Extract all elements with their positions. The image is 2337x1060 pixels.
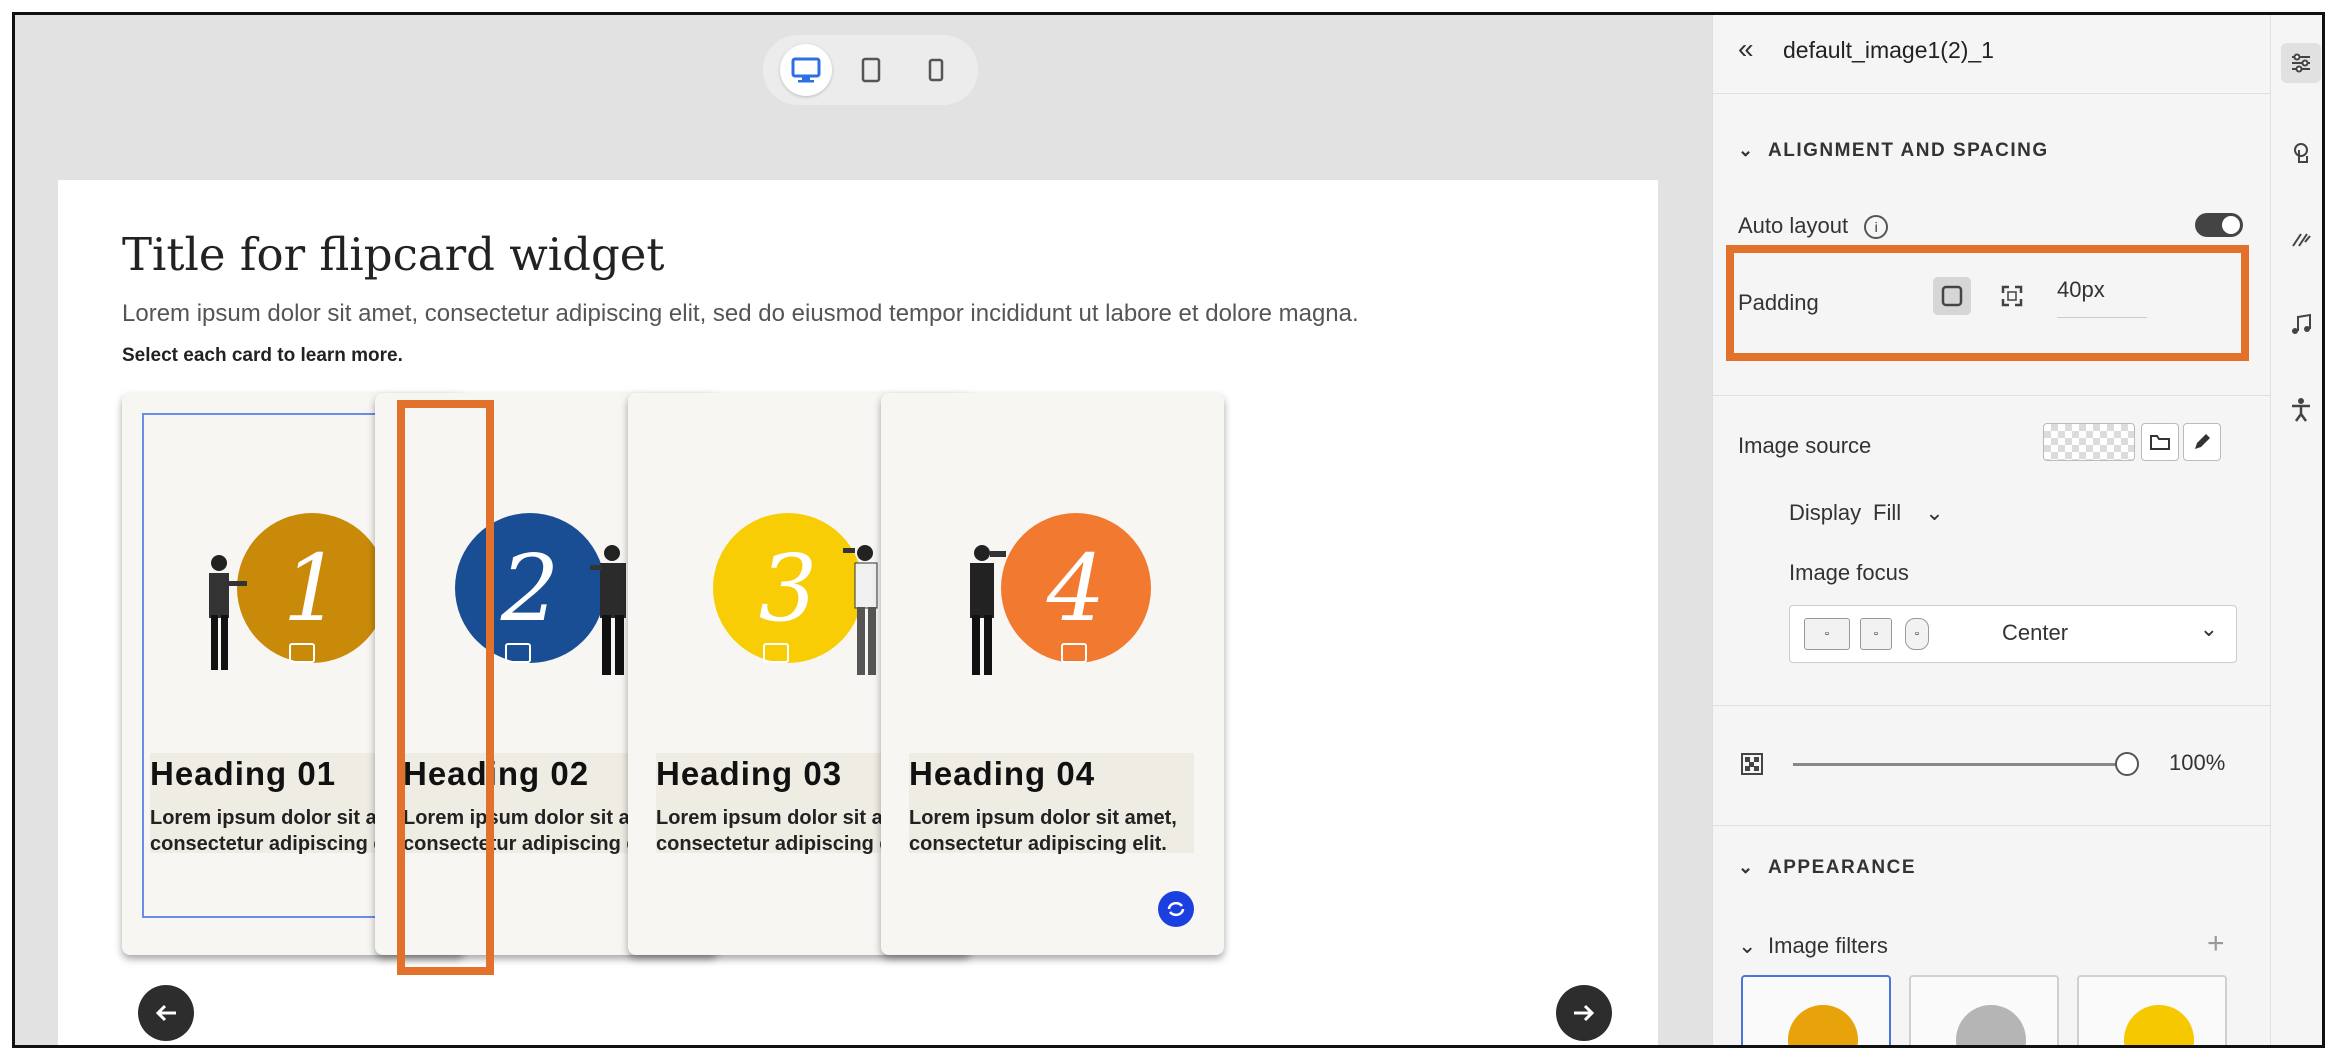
flipcard-4[interactable]: 4 Heading 04 Lorem ipsum dolor sit amet,…	[881, 393, 1224, 955]
properties-panel: « default_image1(2)_1 ⌄ ALIGNMENT AND SPA…	[1712, 15, 2271, 1045]
filter-thumb-original[interactable]	[1741, 975, 1891, 1045]
mobile-icon	[928, 58, 943, 82]
image-placeholder-icon	[505, 643, 531, 663]
focus-left-icon: ▫	[1804, 618, 1850, 650]
alignment-section-header[interactable]: ⌄ ALIGNMENT AND SPACING	[1738, 140, 2049, 162]
side-tool-rail	[2270, 15, 2322, 1045]
section-title: APPEARANCE	[1768, 857, 1917, 878]
card-heading: Heading 04	[909, 755, 1096, 792]
arrow-left-icon	[155, 1004, 176, 1022]
tablet-view-button[interactable]	[845, 44, 897, 96]
browse-image-button[interactable]	[2141, 423, 2179, 461]
panel-title: default_image1(2)_1	[1783, 37, 1994, 63]
info-icon: i	[1864, 215, 1889, 240]
page-title: Title for flipcard widget	[122, 228, 665, 281]
image-filters-label: Image filters	[1768, 933, 1888, 958]
number-circle: 3	[713, 513, 863, 663]
appearance-section-header[interactable]: ⌄ APPEARANCE	[1738, 857, 1916, 879]
focus-portrait-icon: ▫	[1905, 618, 1929, 650]
desktop-icon	[791, 57, 820, 83]
touch-icon	[2294, 143, 2308, 163]
collapse-panel-button[interactable]: «	[1738, 33, 1754, 65]
chevron-down-icon: ⌄	[1925, 500, 1944, 525]
desktop-view-button[interactable]	[779, 44, 832, 96]
sliders-icon	[2292, 53, 2310, 73]
section-title: ALIGNMENT AND SPACING	[1768, 140, 2049, 161]
number-circle: 4	[1001, 513, 1151, 663]
flipcard-page: Title for flipcard widget Lorem ipsum do…	[58, 180, 1658, 1045]
card-text-block: Heading 04 Lorem ipsum dolor sit amet, c…	[909, 753, 1194, 855]
chevron-down-icon: ⌄	[1738, 857, 1755, 877]
opacity-slider-track[interactable]	[1793, 763, 2123, 766]
card-body: Lorem ipsum dolor sit amet, consectetur …	[909, 807, 1177, 855]
flip-button[interactable]	[1158, 891, 1194, 927]
focus-center-icon: ▫	[1860, 618, 1892, 650]
card-heading: Heading 03	[656, 755, 843, 792]
mobile-view-button[interactable]	[910, 44, 962, 96]
padding-panel-callout-box	[1726, 245, 2249, 361]
device-toggle	[763, 35, 978, 105]
image-source-label: Image source	[1738, 433, 1872, 458]
image-focus-value: Center	[2002, 620, 2069, 645]
thumb-preview	[1956, 1005, 2026, 1045]
padding-callout-box	[397, 400, 494, 975]
display-value: Fill	[1873, 500, 1902, 525]
auto-layout-text: Auto layout	[1738, 213, 1849, 238]
image-focus-dropdown[interactable]: ▫ ▫ ▫ Center ⌄	[1789, 605, 2237, 663]
opacity-icon	[1741, 753, 1763, 775]
next-button[interactable]	[1556, 985, 1612, 1041]
chevron-down-icon: ⌄	[2199, 616, 2218, 641]
arrow-right-icon	[1574, 1004, 1595, 1022]
page-description: Lorem ipsum dolor sit amet, consectetur …	[122, 300, 1359, 327]
folder-icon	[2150, 435, 2170, 450]
accessibility-tab[interactable]	[2281, 390, 2321, 430]
filter-thumb-grayscale[interactable]	[1909, 975, 2059, 1045]
person-illustration-icon	[970, 545, 1006, 675]
card-illustration: 4	[956, 513, 1156, 683]
display-label: Display	[1789, 500, 1862, 525]
audio-tab[interactable]	[2281, 305, 2321, 345]
opacity-value[interactable]: 100%	[2169, 750, 2225, 776]
card-illustration: 3	[703, 513, 903, 683]
thumb-preview	[1788, 1005, 1858, 1045]
opacity-slider-handle[interactable]	[2115, 752, 2139, 776]
image-placeholder-icon	[1061, 643, 1087, 663]
display-dropdown[interactable]: Fill ⌄	[1873, 500, 1944, 526]
chevron-down-icon: ⌄	[1738, 933, 1757, 958]
filter-thumb-warm[interactable]	[2077, 975, 2227, 1045]
accessibility-icon	[2292, 398, 2310, 422]
app-window: Title for flipcard widget Lorem ipsum do…	[12, 12, 2325, 1048]
pencil-icon	[2195, 434, 2210, 449]
section-divider	[1713, 825, 2271, 826]
page-instruction: Select each card to learn more.	[122, 345, 403, 366]
previous-button[interactable]	[138, 985, 194, 1041]
tablet-icon	[861, 57, 880, 83]
image-placeholder-icon	[763, 643, 789, 663]
edit-image-button[interactable]	[2183, 423, 2221, 461]
image-source-swatch[interactable]	[2043, 423, 2135, 461]
panel-header: « default_image1(2)_1	[1713, 15, 2271, 94]
music-icon	[2292, 313, 2311, 334]
animation-tab[interactable]	[2281, 220, 2321, 260]
properties-tab[interactable]	[2281, 43, 2321, 83]
editor-canvas: Title for flipcard widget Lorem ipsum do…	[15, 15, 1712, 1045]
animation-icon	[2292, 233, 2311, 247]
chevron-down-icon: ⌄	[1738, 140, 1755, 160]
section-divider	[1713, 395, 2271, 396]
thumb-preview	[2124, 1005, 2194, 1045]
flip-icon	[1167, 901, 1185, 917]
section-divider	[1713, 705, 2271, 706]
image-filters-header[interactable]: ⌄ Image filters	[1738, 933, 1888, 959]
add-filter-button[interactable]: +	[2207, 927, 2225, 961]
image-focus-label: Image focus	[1789, 560, 1909, 585]
auto-layout-toggle[interactable]	[2195, 213, 2243, 237]
interactions-tab[interactable]	[2281, 135, 2321, 175]
auto-layout-label: Auto layout i	[1738, 213, 1889, 240]
